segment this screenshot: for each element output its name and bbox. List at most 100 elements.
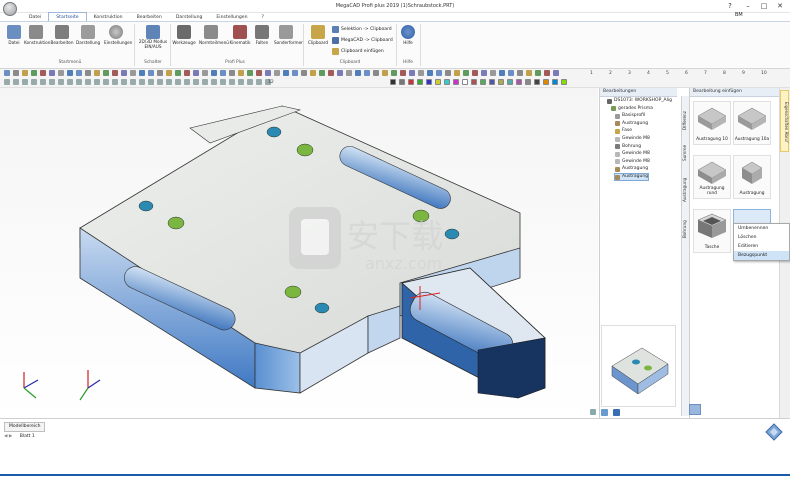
tree-item[interactable]: Bohrung	[615, 144, 641, 150]
toolbar-tool-icon[interactable]	[553, 70, 559, 76]
view-number-tab[interactable]: 10	[761, 69, 767, 78]
ribbon-werkzeuge-button[interactable]: Werkzeuge	[172, 23, 196, 45]
ribbon-2d3d-button[interactable]: 2D/3D Modus EIN/AUS	[138, 23, 168, 49]
refresh-icon[interactable]	[601, 409, 608, 416]
color-swatch[interactable]	[390, 79, 396, 85]
color-swatch[interactable]	[498, 79, 504, 85]
tree-item[interactable]: Gewinde M8	[615, 151, 650, 157]
toolbar-tool-icon[interactable]	[283, 70, 289, 76]
toolbar-tool-icon[interactable]	[526, 70, 532, 76]
color-swatch[interactable]	[444, 79, 450, 85]
tree-item[interactable]: gerades Prisma	[611, 106, 653, 112]
toolbar-setting-icon[interactable]	[49, 79, 55, 85]
feature-tile[interactable]: Austragung rund	[693, 155, 731, 199]
toolbar-tool-icon[interactable]	[400, 70, 406, 76]
toolbar-setting-icon[interactable]	[94, 79, 100, 85]
toolbar-setting-icon[interactable]	[175, 79, 181, 85]
toolbar-tool-icon[interactable]	[157, 70, 163, 76]
toolbar-setting-icon[interactable]	[229, 79, 235, 85]
toolbar-tool-icon[interactable]	[310, 70, 316, 76]
toolbar-setting-icon[interactable]	[220, 79, 226, 85]
toolbar-tool-icon[interactable]	[76, 70, 82, 76]
properties-side-tab[interactable]: Eigenschaften Abruf	[780, 90, 789, 152]
color-swatch[interactable]	[552, 79, 558, 85]
pen-width-value[interactable]: 12	[268, 78, 274, 87]
toolbar-tool-icon[interactable]	[382, 70, 388, 76]
toolbar-tool-icon[interactable]	[103, 70, 109, 76]
view-number-tab[interactable]: 4	[647, 69, 650, 78]
toolbar-tool-icon[interactable]	[409, 70, 415, 76]
toolbar-setting-icon[interactable]	[247, 79, 253, 85]
toolbar-tool-icon[interactable]	[31, 70, 37, 76]
ribbon-bearbeiten-button[interactable]: Bearbeiten	[50, 23, 74, 45]
view-number-tab[interactable]: 9	[742, 69, 745, 78]
color-swatch[interactable]	[543, 79, 549, 85]
megacad-to-clipboard-button[interactable]: MegaCAD -> Clipboard	[332, 37, 393, 44]
toolbar-setting-icon[interactable]	[202, 79, 208, 85]
ribbon-normteilmenu-button[interactable]: Normteilmenü	[199, 23, 229, 45]
ribbon-hilfe-button[interactable]: Hilfe	[396, 23, 420, 45]
ribbon-konstruktion-button[interactable]: Konstruktion	[24, 23, 50, 45]
toolbar-tool-icon[interactable]	[193, 70, 199, 76]
toolbar-setting-icon[interactable]	[67, 79, 73, 85]
view-number-tab[interactable]: 8	[723, 69, 726, 78]
toolbar-tool-icon[interactable]	[301, 70, 307, 76]
color-swatch[interactable]	[471, 79, 477, 85]
toolbar-setting-icon[interactable]	[58, 79, 64, 85]
color-swatch[interactable]	[507, 79, 513, 85]
toolbar-tool-icon[interactable]	[517, 70, 523, 76]
toolbar-tool-icon[interactable]	[58, 70, 64, 76]
toolbar-tool-icon[interactable]	[337, 70, 343, 76]
view-number-tab[interactable]: 5	[666, 69, 669, 78]
context-menu-delete[interactable]: Löschen	[734, 233, 789, 242]
toolbar-setting-icon[interactable]	[103, 79, 109, 85]
toolbar-setting-icon[interactable]	[121, 79, 127, 85]
toolbar-setting-icon[interactable]	[166, 79, 172, 85]
toolbar-tool-icon[interactable]	[49, 70, 55, 76]
tree-item[interactable]: Austragung	[615, 166, 648, 172]
toolbar-tool-icon[interactable]	[211, 70, 217, 76]
color-swatch[interactable]	[525, 79, 531, 85]
tree-item[interactable]: DS1073: WORKSHOP_Alig	[607, 98, 672, 104]
tree-item[interactable]: Basisprofil	[615, 113, 645, 119]
view-number-tab[interactable]: 2	[609, 69, 612, 78]
toolbar-tool-icon[interactable]	[319, 70, 325, 76]
toolbar-tool-icon[interactable]	[490, 70, 496, 76]
toolbar-setting-icon[interactable]	[31, 79, 37, 85]
minimize-button[interactable]: –	[740, 1, 756, 11]
context-menu-edit[interactable]: Editieren	[734, 242, 789, 251]
toolbar-setting-icon[interactable]	[157, 79, 163, 85]
model-preview-thumbnail[interactable]	[601, 325, 676, 407]
toolbar-tool-icon[interactable]	[247, 70, 253, 76]
toolbar-tool-icon[interactable]	[454, 70, 460, 76]
color-swatch[interactable]	[417, 79, 423, 85]
toolbar-tool-icon[interactable]	[175, 70, 181, 76]
tree-item[interactable]: Austragung	[613, 173, 650, 181]
toolbar-tool-icon[interactable]	[256, 70, 262, 76]
toolbar-tool-icon[interactable]	[22, 70, 28, 76]
color-swatch[interactable]	[426, 79, 432, 85]
toolbar-tool-icon[interactable]	[238, 70, 244, 76]
toolbar-tool-icon[interactable]	[418, 70, 424, 76]
tree-item[interactable]: Austragung	[615, 121, 648, 127]
feature-tile[interactable]: Austragung	[733, 155, 771, 199]
toolbar-tool-icon[interactable]	[13, 70, 19, 76]
toolbar-tool-icon[interactable]	[85, 70, 91, 76]
toolbar-setting-icon[interactable]	[40, 79, 46, 85]
toolbar-tool-icon[interactable]	[121, 70, 127, 76]
sheet-label[interactable]: Blatt 1	[20, 434, 35, 439]
toolbar-tool-icon[interactable]	[265, 70, 271, 76]
view-cube-icon[interactable]	[764, 422, 784, 442]
toolbar-setting-icon[interactable]	[211, 79, 217, 85]
toolbar-tool-icon[interactable]	[148, 70, 154, 76]
toolbar-setting-icon[interactable]	[112, 79, 118, 85]
toolbar-tool-icon[interactable]	[535, 70, 541, 76]
clipboard-paste-button[interactable]: Clipboard einfügen	[332, 48, 384, 55]
user-label[interactable]: BM	[735, 12, 743, 18]
toolbar-tool-icon[interactable]	[508, 70, 514, 76]
toolbar-tool-icon[interactable]	[220, 70, 226, 76]
toolbar-tool-icon[interactable]	[166, 70, 172, 76]
toolbar-setting-icon[interactable]	[13, 79, 19, 85]
toolbar-tool-icon[interactable]	[544, 70, 550, 76]
toolbar-tool-icon[interactable]	[112, 70, 118, 76]
